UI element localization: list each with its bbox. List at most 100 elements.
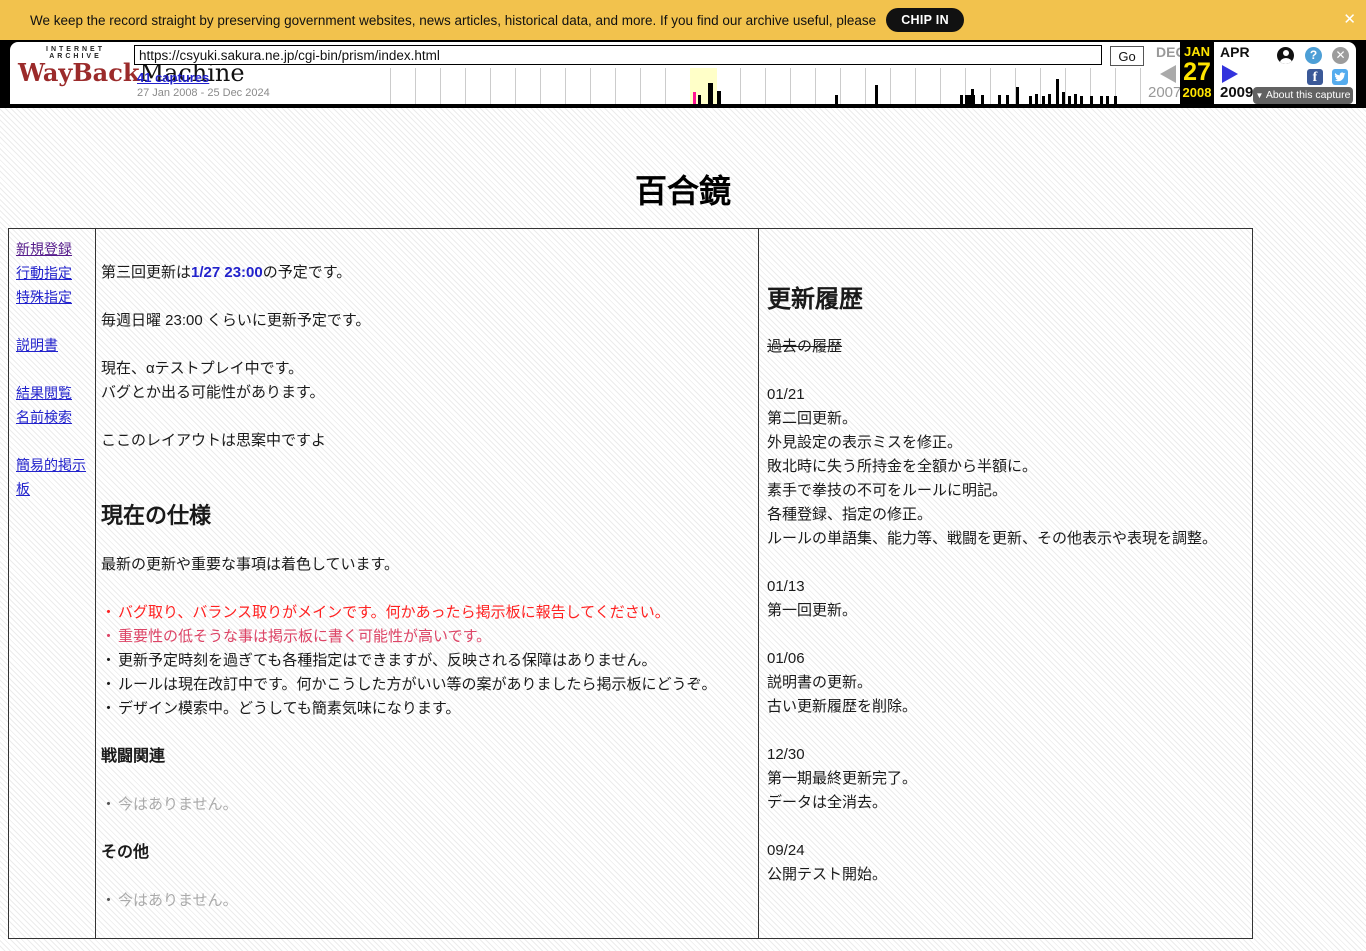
content-table: 新規登録行動指定特殊指定説明書結果閲覧名前検索簡易的掲示板 第三回更新は1/27… bbox=[8, 228, 1253, 939]
twitter-bird-icon bbox=[1334, 71, 1346, 83]
bullet-dot: ・ bbox=[101, 892, 116, 909]
sidebar-link[interactable]: 結果閲覧 bbox=[16, 381, 91, 405]
donation-message: We keep the record straight by preservin… bbox=[30, 13, 876, 28]
history-date: 12/30 bbox=[767, 743, 1242, 767]
bullet-item: ・デザイン模索中。どうしても簡素気味になります。 bbox=[101, 697, 748, 721]
history-line: ルールの単語集、能力等、戦闘を更新、その他表示や表現を調整。 bbox=[767, 527, 1242, 551]
spec-bullet-list: ・バグ取り、バランス取りがメインです。何かあったら掲示板に報告してください。・重… bbox=[101, 601, 748, 721]
prev-capture-arrow-icon[interactable] bbox=[1160, 65, 1176, 83]
spec-heading: 現在の仕様 bbox=[101, 500, 748, 532]
wayback-toolbar: INTERNET ARCHIVE WayBackMachine Go 41 ca… bbox=[0, 40, 1366, 108]
bullet-dot: ・ bbox=[101, 796, 116, 813]
bullet-text: ルールは現在改訂中です。何かこうした方がいい等の案がありましたら掲示板にどうぞ。 bbox=[118, 676, 717, 693]
bullet-dot: ・ bbox=[101, 628, 116, 645]
history-entry: 01/13第一回更新。 bbox=[767, 575, 1242, 623]
main-column: 第三回更新は1/27 23:00の予定です。 毎週日曜 23:00 くらいに更新… bbox=[96, 229, 759, 938]
help-icon[interactable]: ? bbox=[1305, 47, 1322, 64]
facebook-share-icon[interactable]: f bbox=[1307, 69, 1323, 85]
other-heading: その他 bbox=[101, 841, 748, 865]
bullet-item: ・ルールは現在改訂中です。何かこうした方がいい等の案がありましたら掲示板にどうぞ… bbox=[101, 673, 748, 697]
history-line: 外見設定の表示ミスを修正。 bbox=[767, 431, 1242, 455]
prev-year-label[interactable]: 2007 bbox=[1148, 84, 1181, 101]
bullet-text: 今はありません。 bbox=[118, 796, 238, 813]
history-line: 説明書の更新。 bbox=[767, 671, 1242, 695]
chip-in-button[interactable]: CHIP IN bbox=[886, 8, 964, 32]
battle-heading: 戦闘関連 bbox=[101, 745, 748, 769]
toolbar-close-icon[interactable]: ✕ bbox=[1332, 47, 1349, 64]
bullet-item: ・今はありません。 bbox=[101, 889, 748, 913]
current-year-label: 2008 bbox=[1180, 85, 1214, 100]
timeline-bar bbox=[998, 95, 1001, 104]
bullet-text: 今はありません。 bbox=[118, 892, 238, 909]
captures-timeline[interactable] bbox=[390, 68, 1142, 104]
sidebar-link[interactable]: 行動指定 bbox=[16, 261, 91, 285]
timeline-bar bbox=[1042, 96, 1045, 104]
sidebar-group: 新規登録行動指定特殊指定 bbox=[16, 237, 91, 309]
timeline-bar bbox=[1106, 96, 1109, 104]
twitter-share-icon[interactable] bbox=[1332, 69, 1348, 85]
profile-icon[interactable] bbox=[1277, 47, 1294, 64]
other-bullet-list: ・今はありません。 bbox=[101, 889, 748, 913]
donation-banner: We keep the record straight by preservin… bbox=[0, 0, 1366, 40]
current-month-label: JAN bbox=[1180, 44, 1214, 59]
sidebar-link[interactable]: 説明書 bbox=[16, 333, 91, 357]
layout-note: ここのレイアウトは思案中ですよ bbox=[101, 429, 748, 453]
timeline-bar bbox=[981, 95, 984, 104]
captures-link[interactable]: 41 captures bbox=[137, 70, 209, 85]
history-date: 01/06 bbox=[767, 647, 1242, 671]
history-entry: 09/24公開テスト開始。 bbox=[767, 839, 1242, 887]
sidebar-link[interactable]: 特殊指定 bbox=[16, 285, 91, 309]
history-line: 第一期最終更新完了。 bbox=[767, 767, 1242, 791]
timeline-bar bbox=[1016, 87, 1019, 104]
chevron-down-icon: ▼ bbox=[1256, 91, 1264, 100]
next-month-label: APR bbox=[1220, 44, 1250, 60]
bullet-item: ・重要性の低そうな事は掲示板に書く可能性が高いです。 bbox=[101, 625, 748, 649]
bullet-dot: ・ bbox=[101, 604, 116, 621]
history-line: 公開テスト開始。 bbox=[767, 863, 1242, 887]
timeline-bar bbox=[835, 95, 838, 104]
timeline-bar bbox=[1006, 95, 1009, 104]
timeline-bar bbox=[875, 85, 878, 104]
history-date: 01/21 bbox=[767, 383, 1242, 407]
wayback-logo[interactable]: INTERNET ARCHIVE WayBackMachine bbox=[18, 46, 133, 86]
current-day-label: 27 bbox=[1180, 59, 1214, 85]
bullet-item: ・今はありません。 bbox=[101, 793, 748, 817]
profile-shoulders-shape bbox=[1280, 58, 1292, 65]
history-line: 素手で拳技の不可をルールに明記。 bbox=[767, 479, 1242, 503]
history-heading: 更新履歴 bbox=[767, 283, 1242, 317]
about-this-capture-button[interactable]: ▼ About this capture bbox=[1253, 87, 1353, 104]
history-line: データは全消去。 bbox=[767, 791, 1242, 815]
page-title: 百合鏡 bbox=[0, 166, 1366, 212]
timeline-bar bbox=[693, 92, 696, 104]
update-time-highlight: 1/27 23:00 bbox=[191, 264, 263, 281]
timeline-bar bbox=[1074, 94, 1077, 104]
timeline-bar bbox=[960, 95, 963, 104]
capture-date-range: 27 Jan 2008 - 25 Dec 2024 bbox=[137, 87, 270, 99]
sidebar-link[interactable]: 新規登録 bbox=[16, 237, 91, 261]
bullet-text: 更新予定時刻を過ぎても各種指定はできますが、反映される保障はありません。 bbox=[118, 652, 657, 669]
sidebar-group: 簡易的掲示板 bbox=[16, 453, 91, 501]
schedule-note: 毎週日曜 23:00 くらいに更新予定です。 bbox=[101, 309, 748, 333]
next-capture-arrow-icon[interactable] bbox=[1222, 65, 1238, 83]
history-date: 01/13 bbox=[767, 575, 1242, 599]
timeline-bar bbox=[1090, 96, 1093, 104]
update-notice: 第三回更新は1/27 23:00の予定です。 bbox=[101, 261, 748, 285]
archive-url-input[interactable] bbox=[134, 45, 1102, 65]
sidebar-link[interactable]: 名前検索 bbox=[16, 405, 91, 429]
bullet-text: 重要性の低そうな事は掲示板に書く可能性が高いです。 bbox=[118, 628, 491, 645]
history-past-label: 過去の履歴 bbox=[767, 335, 1242, 359]
go-button[interactable]: Go bbox=[1110, 46, 1144, 66]
sidebar-link[interactable]: 簡易的掲示板 bbox=[16, 453, 91, 501]
next-year-label[interactable]: 2009 bbox=[1220, 84, 1253, 101]
history-line: 第二回更新。 bbox=[767, 407, 1242, 431]
bullet-dot: ・ bbox=[101, 652, 116, 669]
wayback-machine-label: WayBackMachine bbox=[18, 60, 133, 86]
history-line: 古い更新履歴を削除。 bbox=[767, 695, 1242, 719]
timeline-bar bbox=[698, 95, 701, 104]
sidebar-group: 説明書 bbox=[16, 333, 91, 357]
history-column: 更新履歴 過去の履歴 01/21第二回更新。外見設定の表示ミスを修正。敗北時に失… bbox=[759, 229, 1252, 938]
banner-close-icon[interactable]: ✕ bbox=[1343, 11, 1356, 29]
profile-head-shape bbox=[1283, 50, 1289, 56]
current-capture-box: JAN 27 2008 bbox=[1180, 40, 1214, 106]
history-line: 各種登録、指定の修正。 bbox=[767, 503, 1242, 527]
